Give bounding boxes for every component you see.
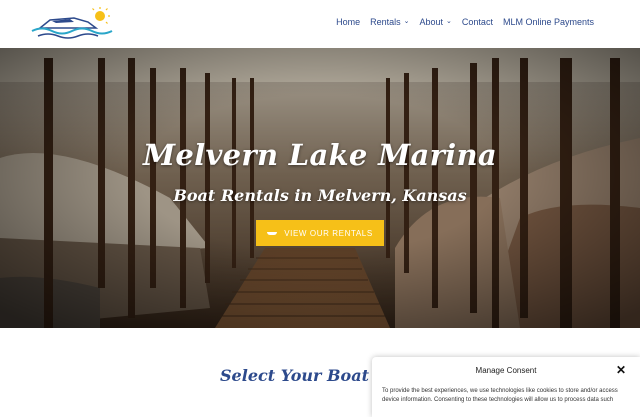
nav-contact-label: Contact <box>461 17 493 27</box>
boat-sun-logo[interactable] <box>30 6 118 40</box>
chevron-down-icon: ⌄ <box>403 18 410 25</box>
main-nav: Home Rentals ⌄ About ⌄ Contact MLM Onlin… <box>326 17 594 27</box>
cookie-consent-panel: Manage Consent ✕ To provide the best exp… <box>372 357 640 417</box>
nav-rentals-label: Rentals <box>370 17 401 27</box>
nav-about-label: About <box>419 17 444 27</box>
nav-rentals[interactable]: Rentals ⌄ <box>370 17 409 27</box>
nav-home-label: Home <box>336 17 361 27</box>
chevron-down-icon: ⌄ <box>446 18 452 25</box>
boat-icon <box>267 231 278 236</box>
site-header: Home Rentals ⌄ About ⌄ Contact MLM Onlin… <box>0 0 640 48</box>
view-rentals-label: VIEW OUR RENTALS <box>284 228 373 238</box>
section-heading: Select Your Boat R <box>220 366 388 385</box>
consent-text: To provide the best experiences, we use … <box>382 388 618 403</box>
hero-subtitle: Boat Rentals in Melvern, Kansas <box>173 186 467 205</box>
hero-banner: Melvern Lake Marina Boat Rentals in Melv… <box>0 48 640 328</box>
nav-online-payments[interactable]: MLM Online Payments <box>503 17 594 27</box>
view-rentals-button[interactable]: VIEW OUR RENTALS <box>256 220 384 246</box>
nav-about[interactable]: About ⌄ <box>420 17 452 27</box>
close-icon[interactable]: ✕ <box>616 363 626 377</box>
nav-online-payments-label: MLM Online Payments <box>502 17 594 27</box>
nav-contact[interactable]: Contact <box>462 17 493 27</box>
consent-title: Manage Consent <box>475 366 537 375</box>
hero-title: Melvern Lake Marina <box>143 138 497 172</box>
nav-home[interactable]: Home <box>336 17 360 27</box>
